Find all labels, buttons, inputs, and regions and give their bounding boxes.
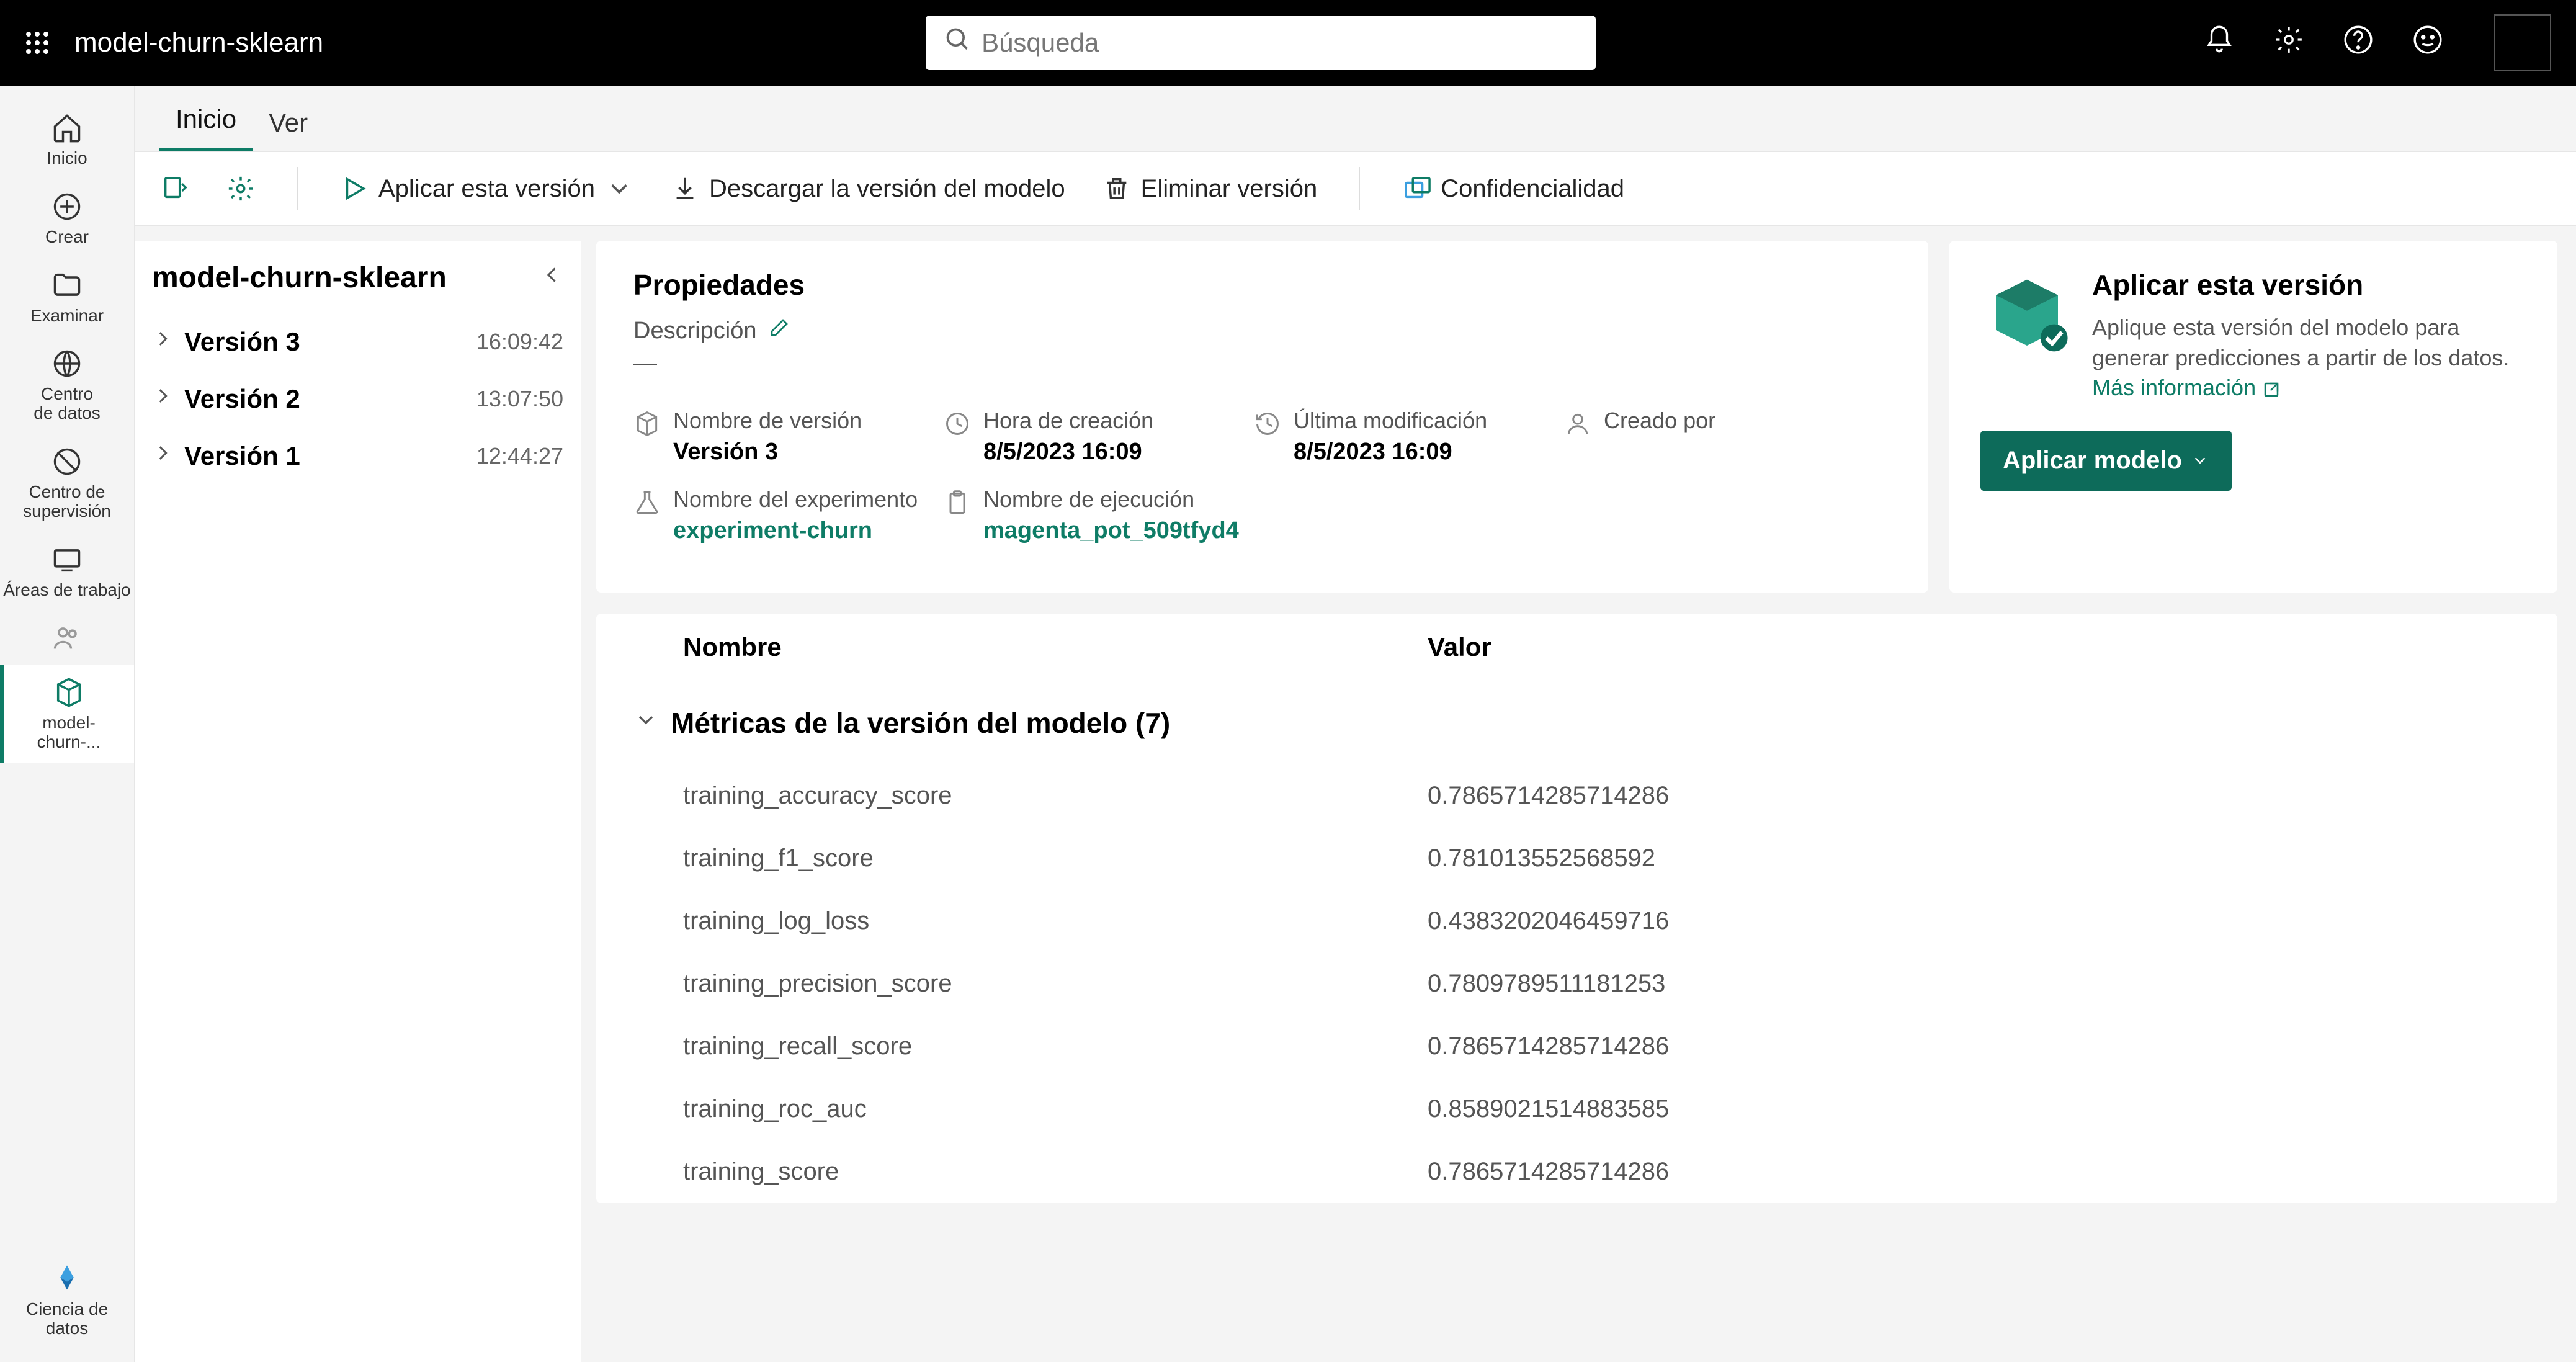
tab-view[interactable]: Ver: [253, 94, 324, 151]
apply-model-button[interactable]: Aplicar modelo: [1980, 431, 2232, 491]
metric-row: training_roc_auc0.8589021514883585: [596, 1078, 2557, 1140]
main-scroll[interactable]: Propiedades Descripción — Nombre de vers…: [596, 226, 2576, 1362]
tabs-row: Inicio Ver: [135, 86, 2576, 151]
feedback-icon[interactable]: [2412, 24, 2443, 61]
metric-value: 0.781013552568592: [1428, 845, 1655, 872]
help-icon[interactable]: [2343, 24, 2374, 61]
nav-data-science[interactable]: Ciencia dedatos: [0, 1252, 134, 1350]
model-cube-icon: [1980, 268, 2073, 361]
nav-browse[interactable]: Examinar: [0, 258, 134, 337]
apply-version-button[interactable]: Aplicar esta versión: [334, 164, 640, 213]
settings-button[interactable]: [220, 164, 261, 213]
settings-icon[interactable]: [2273, 24, 2304, 61]
version-name: Versión 3: [184, 327, 300, 357]
apply-version-card: Aplicar esta versión Aplique esta versió…: [1949, 241, 2557, 593]
left-nav: Inicio Crear Examinar Centrode datos Cen…: [0, 86, 135, 1362]
version-name: Versión 2: [184, 384, 300, 414]
version-time: 16:09:42: [476, 329, 563, 355]
clock-icon: [944, 410, 971, 437]
collapse-panel-icon[interactable]: [541, 264, 563, 292]
nav-monitor[interactable]: Centro desupervisión: [0, 434, 134, 532]
metric-name: training_score: [683, 1158, 1428, 1186]
confidentiality-button[interactable]: Confidencialidad: [1396, 164, 1630, 213]
avatar[interactable]: [2494, 14, 2551, 71]
chevron-right-icon: [152, 442, 173, 470]
properties-card: Propiedades Descripción — Nombre de vers…: [596, 241, 1928, 593]
metric-value: 0.4383202046459716: [1428, 907, 1669, 935]
metrics-group-toggle[interactable]: Métricas de la versión del modelo (7): [596, 681, 2557, 764]
nav-data-center[interactable]: Centrode datos: [0, 336, 134, 434]
notifications-icon[interactable]: [2204, 24, 2235, 61]
metric-name: training_f1_score: [683, 845, 1428, 872]
tab-home[interactable]: Inicio: [159, 91, 253, 151]
metric-value: 0.7865714285714286: [1428, 782, 1669, 810]
chevron-right-icon: [152, 328, 173, 356]
description-label: Descripción: [633, 318, 757, 344]
metric-row: training_f1_score0.781013552568592: [596, 827, 2557, 890]
description-value: —: [633, 350, 1891, 377]
run-link[interactable]: magenta_pot_509tfyd4: [983, 517, 1239, 544]
version-name: Versión 1: [184, 441, 300, 471]
metric-name: training_precision_score: [683, 970, 1428, 998]
search-box[interactable]: [926, 16, 1596, 70]
content-area: Inicio Ver Aplicar esta versión Descarga…: [135, 86, 2576, 1362]
versions-panel-title: model-churn-sklearn: [152, 261, 447, 295]
metrics-header-row: Nombre Valor: [596, 614, 2557, 681]
breadcrumb-title[interactable]: model-churn-sklearn: [74, 24, 342, 61]
versions-panel: model-churn-sklearn Versión 316:09:42Ver…: [135, 241, 581, 1362]
search-input[interactable]: [982, 28, 1577, 58]
nav-create[interactable]: Crear: [0, 179, 134, 258]
search-icon: [944, 26, 972, 60]
metric-row: training_score0.7865714285714286: [596, 1140, 2557, 1203]
version-row[interactable]: Versión 1 12:44:27: [152, 428, 563, 485]
chevron-right-icon: [152, 385, 173, 413]
metric-name: training_roc_auc: [683, 1095, 1428, 1123]
metric-value: 0.8589021514883585: [1428, 1095, 1669, 1123]
metric-value: 0.7809789511181253: [1428, 970, 1665, 998]
metrics-col-name: Nombre: [683, 632, 1428, 662]
metric-name: training_accuracy_score: [683, 782, 1428, 810]
delete-version-button[interactable]: Eliminar versión: [1096, 164, 1324, 213]
metric-row: training_accuracy_score0.786571428571428…: [596, 764, 2557, 827]
metric-row: training_precision_score0.78097895111812…: [596, 952, 2557, 1015]
person-icon: [1564, 410, 1591, 437]
metric-row: training_log_loss0.4383202046459716: [596, 890, 2557, 952]
properties-title: Propiedades: [633, 268, 1891, 302]
version-time: 13:07:50: [476, 386, 563, 412]
version-row[interactable]: Versión 3 16:09:42: [152, 313, 563, 370]
cube-icon: [633, 410, 661, 437]
download-model-button[interactable]: Descargar la versión del modelo: [664, 164, 1071, 213]
edit-description-icon[interactable]: [768, 316, 790, 345]
metrics-section: Nombre Valor Métricas de la versión del …: [596, 614, 2557, 1203]
app-header: model-churn-sklearn: [0, 0, 2576, 86]
nav-home[interactable]: Inicio: [0, 101, 134, 179]
history-icon: [1254, 410, 1281, 437]
nav-model-active[interactable]: model-churn-...: [0, 665, 134, 763]
experiment-link[interactable]: experiment-churn: [673, 517, 918, 544]
refresh-button[interactable]: [154, 164, 195, 213]
apply-card-title: Aplicar esta versión: [2092, 268, 2526, 302]
metric-value: 0.7865714285714286: [1428, 1158, 1669, 1186]
nav-workspaces[interactable]: Áreas de trabajo: [0, 532, 134, 611]
flask-icon: [633, 489, 661, 516]
metric-value: 0.7865714285714286: [1428, 1033, 1669, 1060]
version-time: 12:44:27: [476, 443, 563, 469]
app-launcher-button[interactable]: [0, 28, 74, 58]
version-row[interactable]: Versión 2 13:07:50: [152, 370, 563, 428]
metrics-col-value: Valor: [1428, 632, 1491, 662]
metric-row: training_recall_score0.7865714285714286: [596, 1015, 2557, 1078]
metric-name: training_recall_score: [683, 1033, 1428, 1060]
more-info-link[interactable]: Más información: [2092, 375, 2281, 400]
clipboard-icon: [944, 489, 971, 516]
chevron-down-icon: [633, 707, 658, 738]
nav-people[interactable]: [0, 611, 134, 665]
toolbar: Aplicar esta versión Descargar la versió…: [135, 151, 2576, 226]
metric-name: training_log_loss: [683, 907, 1428, 935]
header-icons: [2204, 14, 2576, 71]
